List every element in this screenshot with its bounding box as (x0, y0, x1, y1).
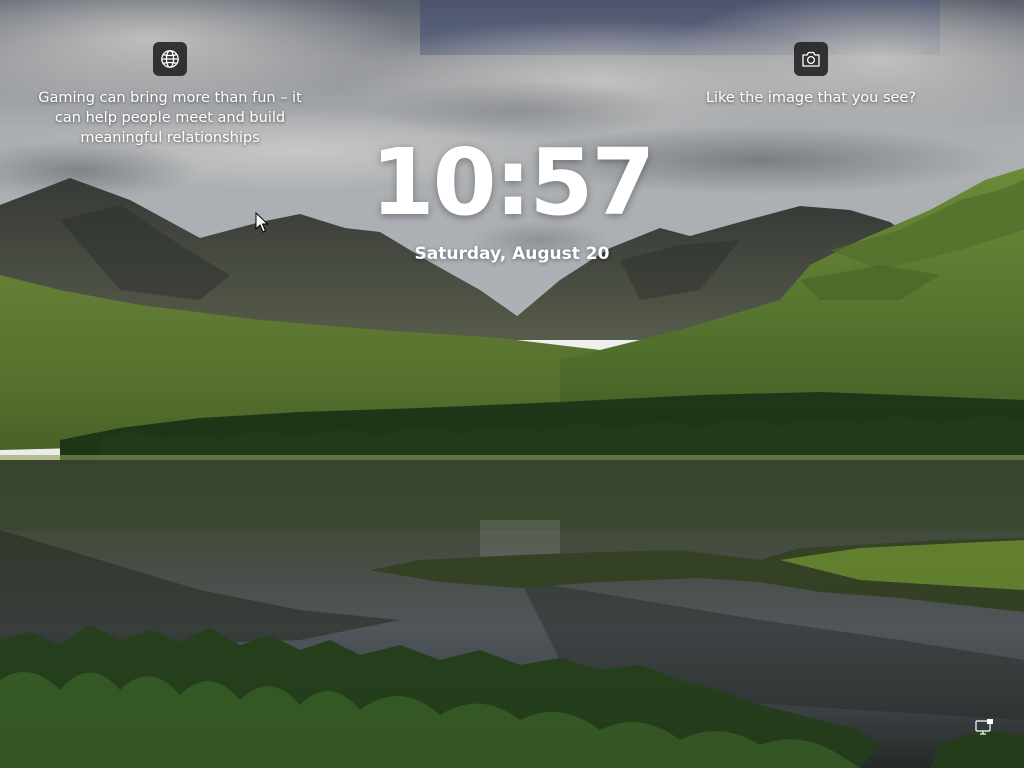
mouse-cursor-icon (255, 212, 269, 233)
lockscreen-clock: 10:57 (370, 129, 656, 236)
fact-widget-line-2: can help people meet and build (54, 110, 286, 126)
camera-icon[interactable] (794, 42, 828, 76)
globe-icon[interactable] (153, 42, 187, 76)
network-icon[interactable] (975, 718, 995, 736)
image-feedback-text[interactable]: Like the image that you see? (680, 88, 942, 108)
lockscreen-date: Saturday, August 20 (414, 244, 610, 264)
fact-widget-line-1: Gaming can bring more than fun – it (38, 90, 302, 106)
